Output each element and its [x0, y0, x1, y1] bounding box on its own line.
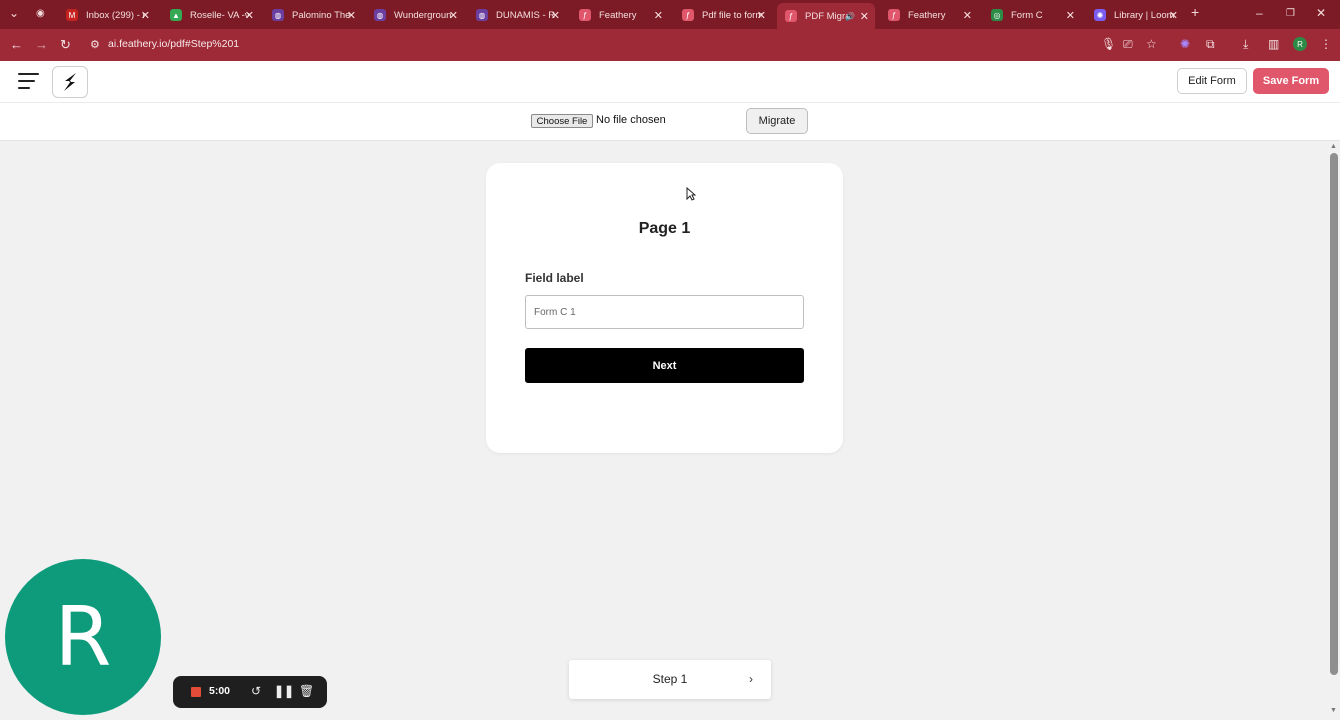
- feathery-icon: ƒ: [785, 10, 797, 22]
- globe-icon: ◎: [991, 9, 1003, 21]
- feathery-icon: ƒ: [888, 9, 900, 21]
- choose-file-button[interactable]: Choose File: [531, 114, 593, 128]
- next-button[interactable]: Next: [525, 348, 804, 383]
- browser-tab[interactable]: ƒ Feathery ✕: [571, 4, 669, 26]
- browser-tab[interactable]: ◎ Form C ✕: [983, 4, 1081, 26]
- browser-tab[interactable]: ƒ PDF Migra 🔊 ✕: [777, 3, 875, 29]
- close-tab-icon[interactable]: ✕: [245, 9, 254, 22]
- scroll-down-icon[interactable]: ▼: [1330, 707, 1337, 714]
- close-tab-icon[interactable]: ✕: [1066, 9, 1075, 22]
- recording-timer: 5:00: [209, 685, 231, 697]
- browser-tab-title: DUNAMIS - R: [496, 9, 556, 21]
- feathery-logo-icon: [64, 73, 76, 91]
- microphone-icon[interactable]: 🎙: [1101, 37, 1116, 51]
- browser-tab-title: Form C: [1011, 9, 1043, 21]
- close-tab-icon[interactable]: ✕: [141, 9, 150, 22]
- field-label: Field label: [525, 271, 584, 285]
- restore-icon[interactable]: ❐: [1286, 8, 1295, 19]
- reload-icon[interactable]: ↻: [60, 37, 71, 53]
- extension-icon[interactable]: ✺: [1180, 37, 1190, 51]
- browser-tab[interactable]: ✺ Library | Loom ✕: [1086, 4, 1184, 26]
- cast-icon[interactable]: ⎚: [1123, 37, 1133, 52]
- site-icon: ◍: [272, 9, 284, 21]
- tab-search-chevron-icon[interactable]: ⌄: [9, 6, 19, 20]
- page-scrollbar[interactable]: ▲ ▼: [1328, 141, 1340, 720]
- browser-tab[interactable]: ▲ Roselle- VA -v ✕: [162, 4, 260, 26]
- migrate-button[interactable]: Migrate: [746, 108, 808, 134]
- close-tab-icon[interactable]: ✕: [1169, 9, 1178, 22]
- delete-icon[interactable]: 🗑: [299, 684, 314, 698]
- address-bar: ← → ↻ ⚙ ai.feathery.io/pdf#Step%201 🎙 ⎚ …: [0, 29, 1340, 61]
- restart-icon[interactable]: ↺: [251, 684, 261, 698]
- feathery-icon: ƒ: [682, 9, 694, 21]
- recorder-controls: 5:00 ↺ ❚❚ 🗑: [173, 676, 327, 708]
- save-form-button[interactable]: Save Form: [1253, 68, 1329, 94]
- browser-tab-title: PDF Migra: [805, 10, 851, 22]
- close-tab-icon[interactable]: ✕: [860, 10, 869, 23]
- browser-menu-icon[interactable]: ⋮: [1320, 37, 1332, 51]
- gmail-icon: M: [66, 9, 78, 21]
- form-preview-card: Page 1 Field label Form C 1 Next: [486, 163, 843, 453]
- mouse-cursor-icon: [686, 187, 696, 201]
- scroll-thumb[interactable]: [1330, 153, 1338, 675]
- browser-tab-title: Inbox (299) - r: [86, 9, 146, 21]
- scroll-up-icon[interactable]: ▲: [1330, 143, 1337, 150]
- browser-tab[interactable]: ◍ Wundergroun ✕: [366, 4, 464, 26]
- browser-tab-title: Wundergroun: [394, 9, 452, 21]
- browser-tab[interactable]: ƒ Pdf file to form ✕: [674, 4, 772, 26]
- recorder-camera-avatar[interactable]: R: [5, 559, 161, 715]
- close-tab-icon[interactable]: ✕: [963, 9, 972, 22]
- browser-tab[interactable]: ƒ Feathery ✕: [880, 4, 978, 26]
- page-title: Page 1: [638, 220, 691, 237]
- forward-icon[interactable]: →: [35, 37, 48, 52]
- browser-tab-title: Library | Loom: [1114, 9, 1174, 21]
- browser-tab[interactable]: ◍ DUNAMIS - R ✕: [468, 4, 566, 26]
- browser-tab-title: Feathery: [908, 9, 946, 21]
- download-icon[interactable]: ⤓: [1243, 37, 1248, 52]
- feathery-logo[interactable]: [52, 66, 88, 98]
- url-field[interactable]: ai.feathery.io/pdf#Step%201: [108, 38, 239, 50]
- profile-avatar[interactable]: R: [1293, 37, 1307, 51]
- extensions-puzzle-icon[interactable]: ⧉: [1206, 37, 1215, 52]
- feathery-icon: ƒ: [579, 9, 591, 21]
- text-field[interactable]: Form C 1: [525, 295, 804, 329]
- browser-tab-title: Pdf file to form: [702, 9, 762, 21]
- step-navigator[interactable]: Step 1 ›: [569, 660, 771, 699]
- step-label: Step 1: [652, 672, 688, 686]
- chevron-right-icon[interactable]: ›: [749, 672, 753, 686]
- browser-tab-title: Roselle- VA -v: [190, 9, 250, 21]
- browser-tab[interactable]: M Inbox (299) - r ✕: [58, 4, 156, 26]
- file-status-text: No file chosen: [596, 114, 666, 126]
- app-header: Edit Form Save Form: [0, 61, 1340, 103]
- stop-recording-icon[interactable]: [191, 687, 201, 697]
- close-window-icon[interactable]: ✕: [1316, 6, 1326, 20]
- browser-tab[interactable]: ◍ Palomino The ✕: [264, 4, 362, 26]
- bookmark-star-icon[interactable]: ☆: [1146, 37, 1157, 51]
- minimize-icon[interactable]: –: [1256, 6, 1263, 20]
- side-panel-icon[interactable]: ▥: [1268, 37, 1279, 51]
- browser-tab-title: Palomino The: [292, 9, 351, 21]
- media-recording-icon[interactable]: ◉: [36, 8, 45, 19]
- tab-audio-icon[interactable]: 🔊: [845, 12, 855, 21]
- site-icon: ◍: [374, 9, 386, 21]
- close-tab-icon[interactable]: ✕: [654, 9, 663, 22]
- loom-icon: ✺: [1094, 9, 1106, 21]
- back-icon[interactable]: ←: [10, 37, 23, 52]
- new-tab-icon[interactable]: +: [1191, 4, 1199, 20]
- close-tab-icon[interactable]: ✕: [757, 9, 766, 22]
- edit-form-button[interactable]: Edit Form: [1177, 68, 1247, 94]
- drive-icon: ▲: [170, 9, 182, 21]
- browser-tab-title: Feathery: [599, 9, 637, 21]
- pause-icon[interactable]: ❚❚: [274, 684, 294, 698]
- file-upload-bar: Choose File No file chosen Migrate: [0, 103, 1340, 141]
- site-icon: ◍: [476, 9, 488, 21]
- close-tab-icon[interactable]: ✕: [551, 9, 560, 22]
- close-tab-icon[interactable]: ✕: [449, 9, 458, 22]
- site-info-icon[interactable]: ⚙: [90, 38, 100, 51]
- hamburger-menu-icon[interactable]: [18, 73, 39, 90]
- close-tab-icon[interactable]: ✕: [347, 9, 356, 22]
- browser-tab-strip: ⌄ ◉ M Inbox (299) - r ✕ ▲ Roselle- VA -v ✕ ◍ Pa…: [0, 0, 1340, 29]
